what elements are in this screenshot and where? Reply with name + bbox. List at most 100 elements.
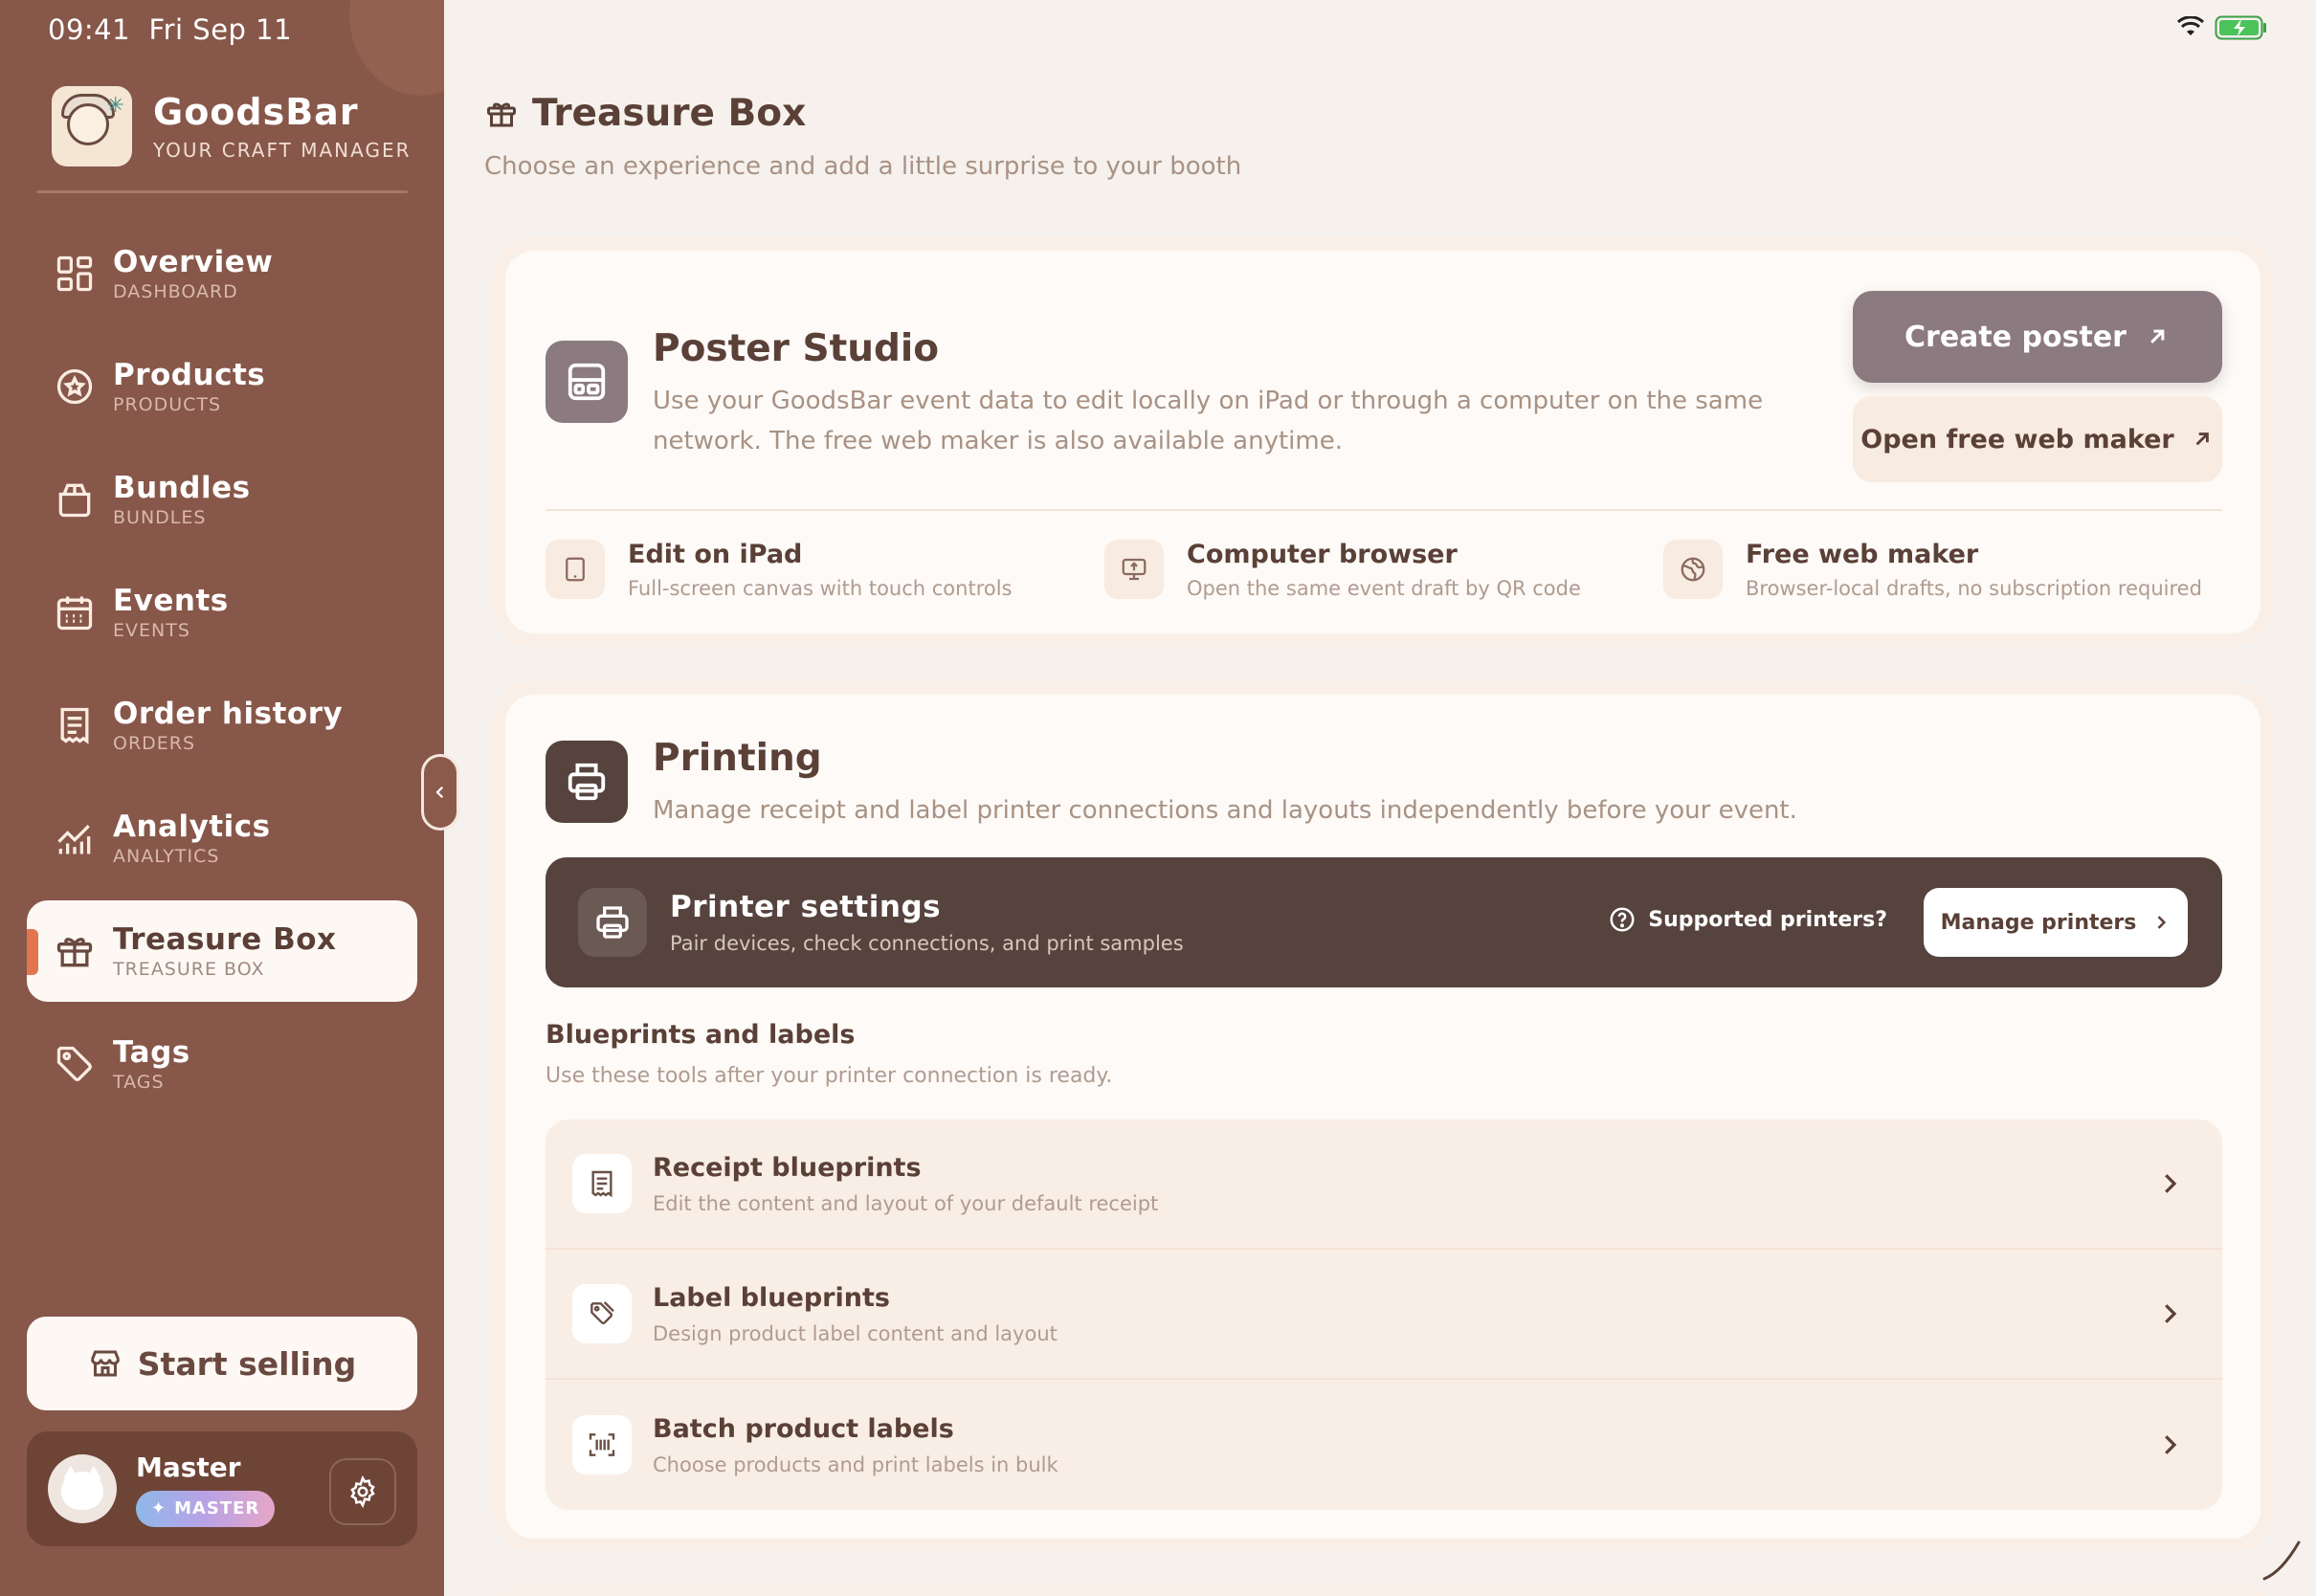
gift-icon: [54, 930, 96, 972]
chevron-right-icon: [2165, 1174, 2177, 1193]
gift-icon: [487, 101, 516, 126]
storefront-icon: [90, 1350, 120, 1377]
profile-card[interactable]: Master ✦ MASTER: [27, 1431, 417, 1546]
role-badge: ✦ MASTER: [136, 1490, 276, 1527]
settings-button[interactable]: [329, 1458, 396, 1525]
collapse-sidebar-button[interactable]: [421, 754, 459, 831]
start-selling-button[interactable]: Start selling: [27, 1317, 417, 1410]
feature-subtitle: Open the same event draft by QR code: [1187, 577, 1581, 600]
feature-subtitle: Full-screen canvas with touch controls: [628, 577, 1013, 600]
chevron-right-icon: [2165, 1435, 2177, 1454]
brand-tagline: YOUR CRAFT MANAGER: [153, 139, 412, 162]
sidebar-item-treasure-box[interactable]: Treasure Box TREASURE BOX: [27, 900, 417, 1002]
printing-card: Printing Manage receipt and label printe…: [492, 681, 2274, 1552]
poster-studio-title: Poster Studio: [653, 327, 940, 370]
status-time: 09:41 Fri Sep 11: [48, 13, 292, 46]
sidebar-item-overview[interactable]: Overview DASHBOARD: [27, 223, 417, 324]
feature-subtitle: Browser-local drafts, no subscription re…: [1746, 577, 2202, 600]
feature-title: Computer browser: [1187, 540, 1458, 569]
open-web-maker-label: Open free web maker: [1860, 424, 2174, 454]
role-badge-label: MASTER: [174, 1498, 260, 1518]
sidebar-item-analytics[interactable]: Analytics ANALYTICS: [27, 787, 417, 889]
sidebar-item-label: Products: [113, 358, 266, 392]
printer-icon: [546, 741, 628, 823]
batch-product-labels-row[interactable]: Batch product labels Choose products and …: [546, 1380, 2222, 1510]
sidebar-item-sublabel: ANALYTICS: [113, 846, 220, 867]
create-poster-button[interactable]: Create poster: [1853, 291, 2222, 383]
page-header: Treasure Box Choose an experience and ad…: [484, 92, 1241, 181]
next-section-card: [492, 1585, 2274, 1596]
sidebar-item-label: Bundles: [113, 471, 251, 505]
sidebar-item-label: Order history: [113, 697, 344, 731]
divider: [546, 509, 2222, 511]
manage-printers-button[interactable]: Manage printers: [1924, 888, 2188, 957]
tag-icon: [54, 1043, 96, 1085]
brand-name: GoodsBar: [153, 91, 359, 133]
page-title: Treasure Box: [484, 92, 1241, 135]
grid-icon: [54, 253, 96, 295]
sidebar: 09:41 Fri Sep 11 ✳ GoodsBar YOUR CRAFT M…: [0, 0, 444, 1596]
feature-computer-browser: Computer browser Open the same event draf…: [1104, 540, 1663, 600]
supported-printers-label: Supported printers?: [1648, 907, 1887, 932]
receipt-blueprints-row[interactable]: Receipt blueprints Edit the content and l…: [546, 1119, 2222, 1250]
arrow-up-right-icon: [2195, 432, 2209, 446]
help-circle-icon: [1610, 907, 1635, 932]
sidebar-item-bundles[interactable]: Bundles BUNDLES: [27, 449, 417, 550]
main-content: Treasure Box Choose an experience and ad…: [444, 0, 2316, 1596]
receipt-icon: [572, 1154, 632, 1213]
sidebar-item-tags[interactable]: Tags TAGS: [27, 1013, 417, 1115]
list-item-subtitle: Edit the content and layout of your defa…: [653, 1191, 1159, 1215]
chevron-right-icon: [2165, 1304, 2177, 1323]
printer-settings-panel[interactable]: Printer settings Pair devices, check con…: [546, 857, 2222, 987]
scroll-indicator: [2262, 1541, 2301, 1581]
list-item-title: Receipt blueprints: [653, 1152, 922, 1183]
printing-title: Printing: [653, 737, 822, 780]
feature-edit-on-ipad: Edit on iPad Full-screen canvas with touc…: [546, 540, 1104, 600]
decorative-circle: [349, 0, 444, 96]
chevron-right-icon: [2157, 916, 2167, 929]
sidebar-item-label: Overview: [113, 245, 274, 279]
supported-printers-link[interactable]: Supported printers?: [1608, 905, 1887, 934]
page-title-text: Treasure Box: [532, 92, 807, 135]
gear-icon: [350, 1475, 375, 1508]
calendar-icon: [54, 591, 96, 633]
star-badge-icon: [54, 366, 96, 408]
sidebar-item-sublabel: BUNDLES: [113, 507, 207, 528]
sidebar-item-label: Treasure Box: [113, 922, 337, 957]
tablet-icon: [546, 540, 605, 599]
sidebar-item-sublabel: DASHBOARD: [113, 281, 238, 302]
label-blueprints-row[interactable]: Label blueprints Design product label con…: [546, 1250, 2222, 1380]
printing-description: Manage receipt and label printer connect…: [653, 796, 1797, 825]
sidebar-item-products[interactable]: Products PRODUCTS: [27, 336, 417, 437]
globe-icon: [1663, 540, 1723, 599]
avatar: [48, 1454, 117, 1523]
poster-layout-icon: [546, 341, 628, 423]
sidebar-item-orders[interactable]: Order history ORDERS: [27, 675, 417, 776]
manage-printers-label: Manage printers: [1940, 910, 2137, 935]
list-item-subtitle: Design product label content and layout: [653, 1321, 1058, 1345]
brand: ✳ GoodsBar YOUR CRAFT MANAGER: [52, 86, 411, 166]
profile-name: Master: [136, 1451, 241, 1483]
monitor-upload-icon: [1104, 540, 1164, 599]
page-subtitle: Choose an experience and add a little su…: [484, 152, 1242, 181]
chart-icon: [54, 817, 96, 859]
clock-date: Fri Sep 11: [148, 13, 293, 46]
printer-settings-subtitle: Pair devices, check connections, and pri…: [670, 932, 1184, 955]
open-free-web-maker-button[interactable]: Open free web maker: [1853, 396, 2222, 482]
sidebar-item-sublabel: PRODUCTS: [113, 394, 222, 415]
box-icon: [54, 478, 96, 521]
sidebar-item-events[interactable]: Events EVENTS: [27, 562, 417, 663]
sidebar-item-sublabel: TAGS: [113, 1072, 165, 1093]
battery-charging-icon: [2215, 15, 2266, 40]
divider: [36, 190, 408, 193]
chevron-left-icon: [435, 786, 444, 799]
create-poster-label: Create poster: [1904, 320, 2127, 354]
sparkle-icon: ✦: [151, 1498, 167, 1518]
sidebar-item-sublabel: EVENTS: [113, 620, 190, 641]
sidebar-item-label: Events: [113, 584, 229, 618]
tags-icon: [572, 1284, 632, 1343]
sidebar-item-label: Tags: [113, 1035, 190, 1070]
wifi-icon: [2176, 16, 2205, 35]
printer-settings-title: Printer settings: [670, 890, 942, 924]
feature-title: Edit on iPad: [628, 540, 803, 569]
